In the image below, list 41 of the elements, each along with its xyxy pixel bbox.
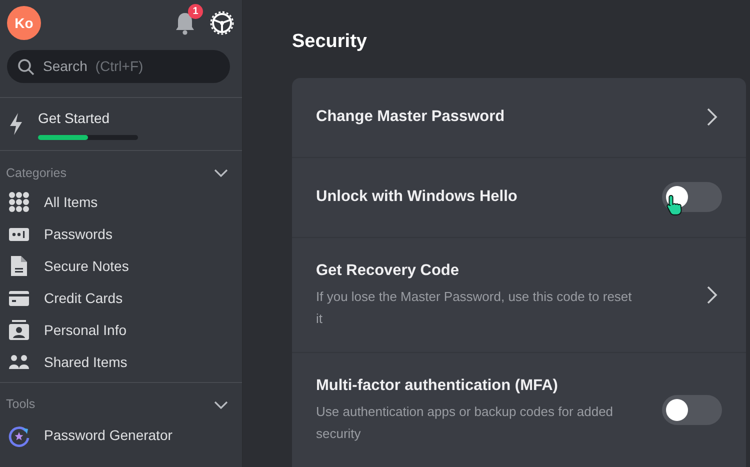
chevron-down-icon[interactable] — [214, 400, 228, 408]
setting-title: Unlock with Windows Hello — [316, 187, 518, 208]
setting-description: Use authentication apps or backup codes for added security — [316, 402, 614, 443]
get-started-item[interactable]: Get Started — [0, 98, 242, 150]
search-placeholder: Search — [43, 57, 88, 76]
search-icon — [17, 58, 35, 76]
chevron-right-icon[interactable] — [706, 286, 718, 304]
sidebar-item[interactable]: Secure Notes — [0, 250, 242, 282]
item-label: Secure Notes — [44, 256, 129, 276]
page-title: Security — [292, 30, 368, 54]
generator-icon — [8, 424, 30, 446]
document-icon — [8, 255, 30, 277]
section-title: Tools — [6, 396, 36, 414]
chevron-right-icon[interactable] — [706, 108, 718, 126]
setting-title: Multi-factor authentication (MFA) — [316, 376, 559, 396]
item-label: Shared Items — [44, 352, 128, 372]
sidebar-item[interactable]: Password Generator — [0, 420, 242, 452]
setting-title: Change Master Password — [316, 107, 505, 128]
item-label: Passwords — [44, 224, 112, 244]
sidebar-item[interactable]: All Items — [0, 186, 242, 218]
get-started-label: Get Started — [38, 109, 111, 128]
sidebar-item[interactable]: Passwords — [0, 218, 242, 250]
chevron-down-icon[interactable] — [214, 169, 228, 177]
item-label: All Items — [44, 192, 98, 212]
notification-badge: 1 — [188, 4, 203, 19]
item-label: Password Generator — [44, 426, 172, 445]
shortcut-hint: (Ctrl+F) — [95, 57, 144, 76]
toggle-switch[interactable] — [662, 394, 722, 424]
item-label: Credit Cards — [44, 288, 123, 308]
sidebar-item[interactable]: Shared Items — [0, 346, 242, 378]
sidebar-item[interactable]: Personal Info — [0, 314, 242, 346]
sidebar-item[interactable]: Credit Cards — [0, 282, 242, 314]
setting-description: If you lose the Master Password, use this code to reset it — [316, 288, 633, 328]
search-field[interactable]: Search (Ctrl+F) — [7, 50, 230, 83]
settings-icon[interactable] — [210, 11, 234, 35]
item-label: Personal Info — [44, 320, 126, 340]
lightning-icon — [8, 112, 24, 136]
section-title: Categories — [6, 164, 66, 182]
setting-title: Get Recovery Code — [316, 261, 460, 282]
grid-icon — [8, 191, 30, 213]
id-card-icon — [8, 319, 30, 341]
